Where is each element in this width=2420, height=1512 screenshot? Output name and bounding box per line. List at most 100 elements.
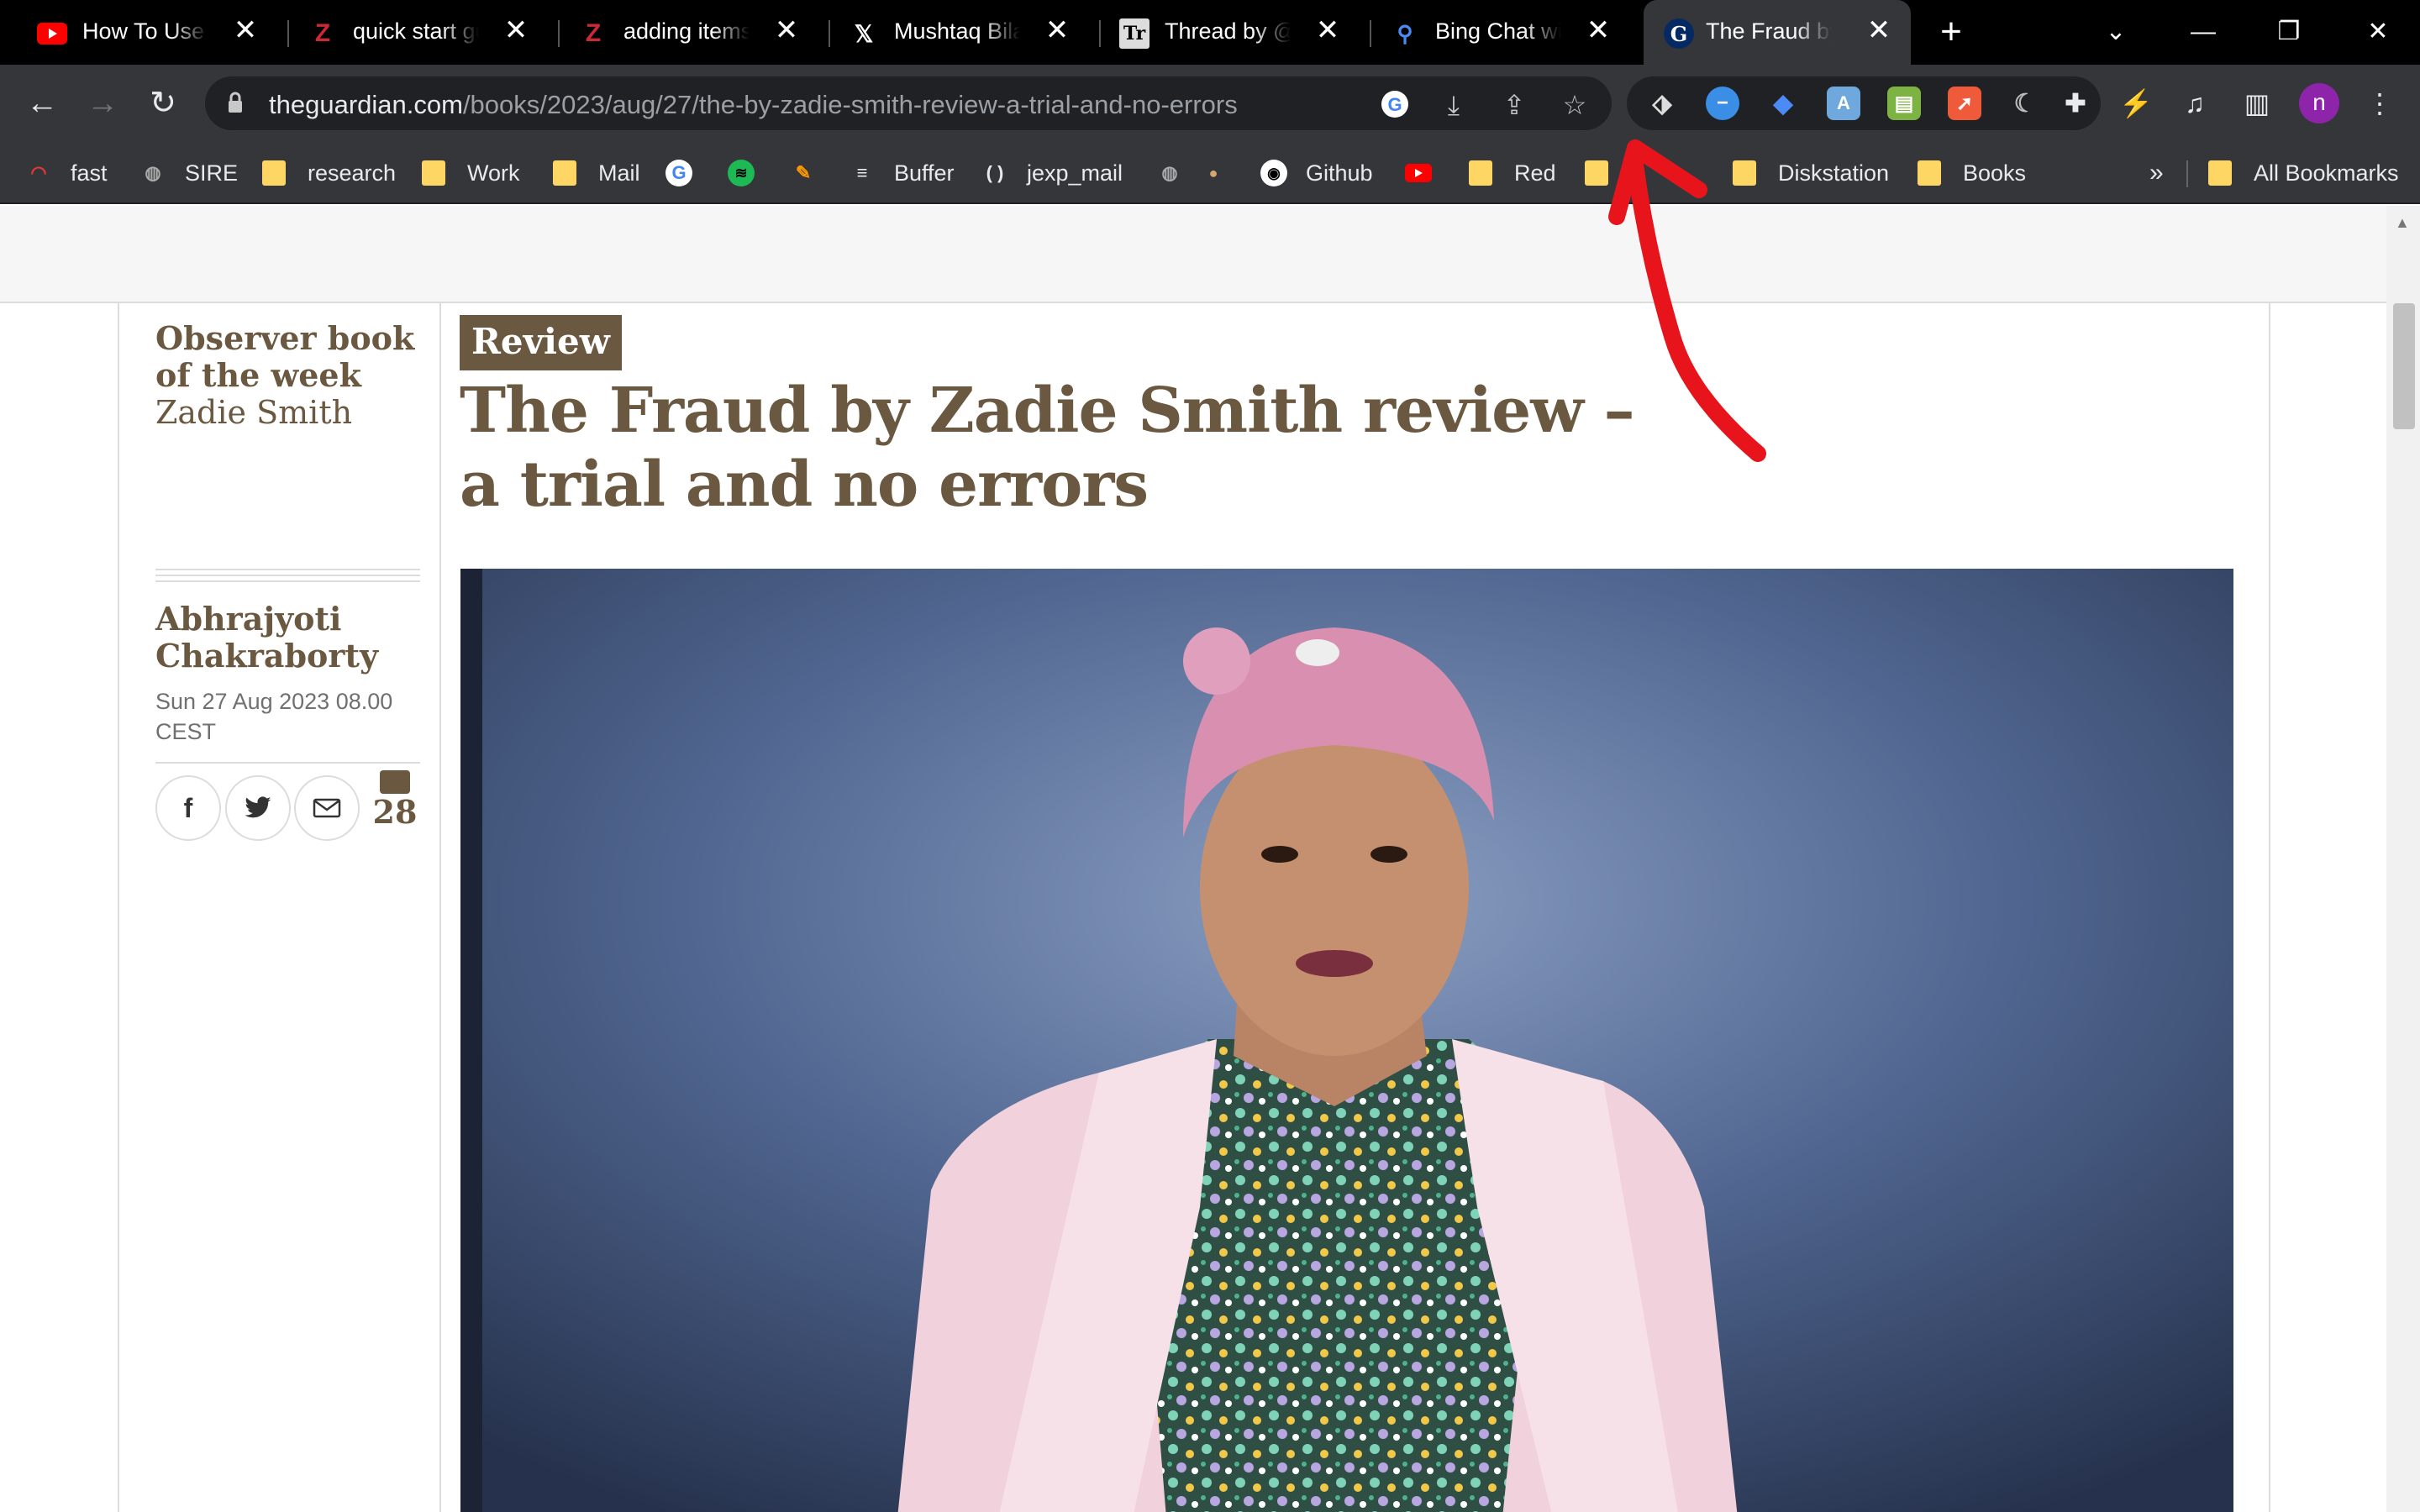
tab-title: quick start guide <box>353 18 479 44</box>
bookmark-research[interactable]: research <box>262 157 396 189</box>
twitter-icon <box>245 796 271 818</box>
minimize-button[interactable]: — <box>2178 8 2228 55</box>
extension-rocket-icon[interactable]: ➚ <box>1948 87 1981 120</box>
kicker-subject[interactable]: Zadie Smith <box>155 394 352 431</box>
svg-text:G: G <box>1387 94 1402 115</box>
bookmark-diskstation[interactable]: Diskstation <box>1733 157 1889 189</box>
bookmark-jexp-mail[interactable]: ( ) jexp_mail <box>981 157 1123 189</box>
review-label: Review <box>460 315 622 370</box>
back-button[interactable]: ← <box>20 81 64 125</box>
bookmark-github[interactable]: ◉ Github <box>1260 157 1373 189</box>
new-tab-button[interactable]: + <box>1933 13 1970 52</box>
profile-avatar[interactable]: n <box>2299 83 2339 123</box>
close-icon[interactable]: ✕ <box>501 15 531 45</box>
forward-button[interactable]: → <box>81 81 124 125</box>
tab-x[interactable]: 𝕏 Mushtaq Bilal, ✕ <box>812 0 1089 65</box>
all-bookmarks-button[interactable]: All Bookmarks <box>2208 157 2399 189</box>
close-icon[interactable]: ✕ <box>771 15 802 45</box>
page-scrollbar[interactable]: ▲ <box>2386 206 2420 1512</box>
share-twitter-button[interactable] <box>225 775 291 841</box>
performance-icon[interactable]: ⚡ <box>2119 87 2153 120</box>
tab-zotero-2[interactable]: Z adding items to ✕ <box>541 0 818 65</box>
share-facebook-button[interactable]: f <box>155 775 221 841</box>
extension-graduation-cap-icon[interactable]: ◆ <box>1766 87 1800 120</box>
email-icon <box>313 798 341 818</box>
bing-search-icon: ⚲ <box>1397 20 1413 46</box>
reload-button[interactable]: ↻ <box>141 81 185 125</box>
x-icon: 𝕏 <box>854 20 874 47</box>
bookmark-youtube[interactable] <box>1405 157 1450 189</box>
tab-youtube[interactable]: How To Use Zotero ✕ <box>0 0 277 65</box>
bookmark-spotify[interactable]: ≋ <box>728 157 773 189</box>
scrollbar-thumb[interactable] <box>2393 303 2415 429</box>
bookmarks-bar: ◠ fast ◍ SIRE research Work Mail G ≋ ✎ ≡ Bu… <box>0 142 2420 204</box>
install-app-icon[interactable]: ⤓ <box>1437 88 1470 122</box>
guardian-icon: G <box>1664 18 1694 49</box>
close-icon[interactable]: ✕ <box>1042 15 1072 45</box>
comment-count: 28 <box>372 793 418 831</box>
tab-zotero-1[interactable]: Z quick start guide ✕ <box>271 0 548 65</box>
side-panel-icon[interactable]: ▥ <box>2240 87 2274 120</box>
zotero-connector-icon[interactable]: ⬗ <box>1645 87 1679 120</box>
bookmark-mail[interactable]: Mail <box>553 157 640 189</box>
bookmark-pencil[interactable]: ✎ <box>790 157 835 189</box>
extensions-area: ⬗ − ◆ A ▤ ➚ ☾ ✚ <box>1627 76 2101 130</box>
bookmark-cookie[interactable]: ● <box>1200 157 1245 189</box>
tab-bing[interactable]: ⚲ Bing Chat with ✕ <box>1353 0 1630 65</box>
zotero-icon: Z <box>314 19 331 47</box>
bookmark-books[interactable]: Books <box>1918 157 2026 189</box>
tab-title: Thread by @M <box>1165 18 1291 44</box>
series-kicker[interactable]: Observer book of the week <box>155 320 424 394</box>
share-email-button[interactable] <box>294 775 360 841</box>
folder-icon <box>422 160 445 186</box>
google-icon: G <box>666 160 692 186</box>
bookmark-google[interactable]: G <box>666 157 711 189</box>
author-byline[interactable]: Abhrajyoti Chakraborty <box>155 601 424 675</box>
bookmark-red[interactable]: Red <box>1469 157 1556 189</box>
web-page: Observer book of the week Zadie Smith Ab… <box>0 206 2420 1512</box>
close-icon[interactable]: ✕ <box>1313 15 1343 45</box>
close-window-button[interactable]: ✕ <box>2353 8 2403 55</box>
browser-toolbar: ← → ↻ theguardian.com/books/2023/aug/27/… <box>0 65 2420 142</box>
bookmark-star-icon[interactable]: ☆ <box>1558 88 1591 122</box>
extension-moon-icon[interactable]: ☾ <box>2008 87 2042 120</box>
bookmark-globe[interactable]: ◍ <box>1156 157 1202 189</box>
publish-date[interactable]: Sun 27 Aug 2023 08.00 CEST <box>155 686 424 747</box>
share-icon[interactable]: ⇪ <box>1497 88 1531 122</box>
bookmarks-overflow-button[interactable]: » <box>2149 157 2164 189</box>
restore-button[interactable]: ❐ <box>2264 8 2314 55</box>
tab-title: adding items to <box>623 18 750 44</box>
globe-icon: ◍ <box>1161 162 1178 183</box>
extension-a-icon[interactable]: A <box>1827 87 1860 120</box>
tab-threadreader[interactable]: Tr Thread by @M ✕ <box>1082 0 1360 65</box>
close-icon[interactable]: ✕ <box>1583 15 1613 45</box>
close-icon[interactable]: ✕ <box>230 15 260 45</box>
tab-guardian[interactable]: G The Fraud by Z ✕ <box>1644 0 1911 65</box>
site-header-band <box>0 206 2386 303</box>
bookmark-folder[interactable] <box>1585 157 1630 189</box>
buffer-icon: ≡ <box>856 162 868 183</box>
bookmark-work[interactable]: Work <box>422 157 520 189</box>
cookie-icon: ● <box>1208 164 1218 181</box>
divider-rules <box>155 569 420 585</box>
tab-strip: How To Use Zotero ✕ Z quick start guide … <box>0 0 2420 65</box>
extension-print-icon[interactable]: ▤ <box>1887 87 1921 120</box>
folder-icon <box>1469 160 1492 186</box>
tab-search-icon[interactable]: ⌄ <box>2091 8 2141 55</box>
bookmark-buffer[interactable]: ≡ Buffer <box>849 157 955 189</box>
address-bar[interactable]: theguardian.com/books/2023/aug/27/the-by… <box>205 76 1612 130</box>
extension-blue-circle-icon[interactable]: − <box>1706 87 1739 120</box>
comments-link[interactable]: 28 <box>370 770 420 831</box>
google-lens-icon[interactable]: G <box>1378 88 1412 122</box>
close-icon[interactable]: ✕ <box>1864 15 1894 45</box>
media-control-icon[interactable]: ♫ <box>2178 87 2212 120</box>
spotify-icon: ≋ <box>728 160 755 186</box>
bookmark-sire[interactable]: ◍ SIRE <box>139 157 238 189</box>
scroll-up-icon[interactable]: ▲ <box>2395 214 2410 232</box>
menu-kebab-icon[interactable]: ⋮ <box>2363 87 2396 120</box>
folder-icon <box>1585 160 1608 186</box>
extensions-puzzle-icon[interactable]: ✚ <box>2059 87 2092 120</box>
bookmark-fast[interactable]: ◠ fast <box>25 157 107 189</box>
article-headline: The Fraud by Zadie Smith review – a tria… <box>460 375 1635 521</box>
comment-bubble-icon <box>380 770 410 794</box>
